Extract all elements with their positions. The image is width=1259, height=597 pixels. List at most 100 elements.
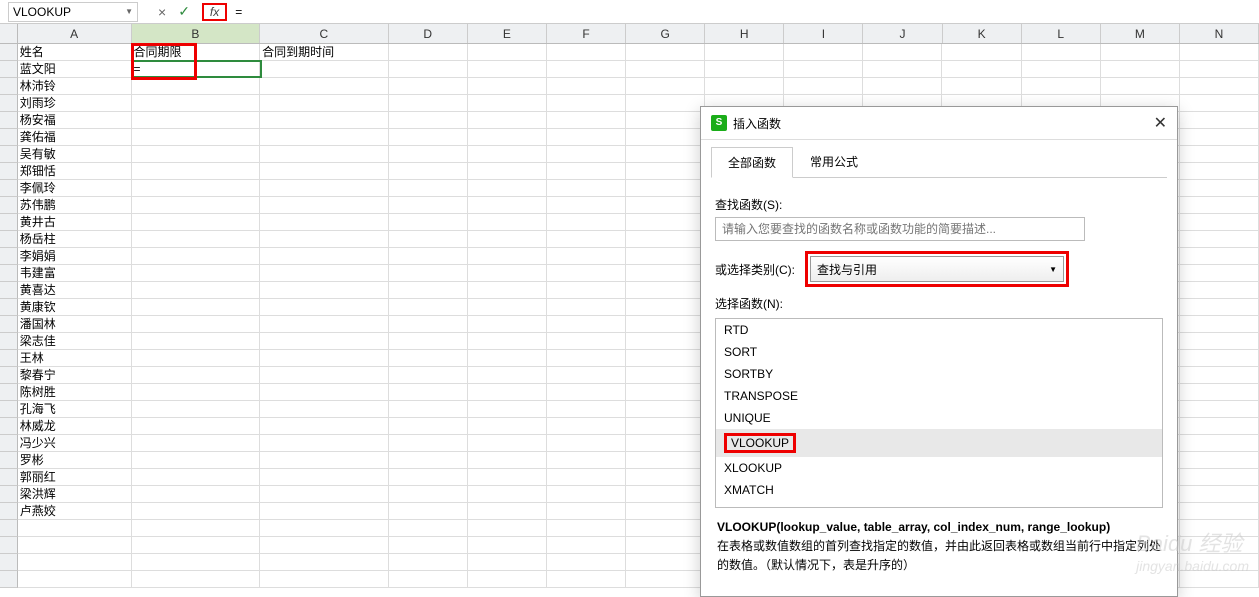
cell[interactable] [132,554,261,571]
cell[interactable]: = [132,61,261,78]
cell[interactable] [468,333,547,350]
cell[interactable] [626,44,705,61]
cell[interactable] [547,214,626,231]
cell[interactable] [468,367,547,384]
cell[interactable] [260,163,389,180]
cell[interactable]: 郭丽红 [18,469,132,486]
cell[interactable] [626,350,705,367]
tab-common-formulas[interactable]: 常用公式 [793,146,875,177]
cell[interactable] [626,333,705,350]
cell[interactable] [468,78,547,95]
cell[interactable] [132,537,261,554]
cell[interactable] [132,418,261,435]
cell[interactable] [260,180,389,197]
cell[interactable]: 合同期限 [132,44,261,61]
formula-input[interactable]: = [227,5,1259,19]
cell[interactable] [468,61,547,78]
cell[interactable] [1022,44,1101,61]
row-header[interactable] [0,129,18,146]
col-header-G[interactable]: G [626,24,705,43]
cell[interactable] [132,316,261,333]
cell[interactable] [468,231,547,248]
cell[interactable] [1180,367,1259,384]
cell[interactable] [547,520,626,537]
cell[interactable] [547,350,626,367]
cell[interactable] [260,452,389,469]
cell[interactable] [260,401,389,418]
cell[interactable] [626,435,705,452]
cell[interactable]: 黎春宁 [18,367,132,384]
cell[interactable] [132,129,261,146]
function-list[interactable]: RTD SORT SORTBY TRANSPOSE UNIQUE VLOOKUP… [715,318,1163,508]
cell[interactable] [547,537,626,554]
cell[interactable] [260,197,389,214]
row-header[interactable] [0,333,18,350]
cell[interactable] [132,333,261,350]
cell[interactable] [389,401,468,418]
cell[interactable] [1180,265,1259,282]
cell[interactable] [784,44,863,61]
cell[interactable] [18,537,132,554]
cell[interactable] [626,197,705,214]
cell[interactable] [626,248,705,265]
cell[interactable] [626,180,705,197]
cell[interactable] [389,537,468,554]
cell[interactable] [1180,316,1259,333]
cell[interactable] [626,452,705,469]
row-header[interactable] [0,537,18,554]
cell[interactable] [389,248,468,265]
cell[interactable] [863,44,942,61]
cell[interactable] [547,469,626,486]
cell[interactable] [547,112,626,129]
cell[interactable] [1180,401,1259,418]
row-header[interactable] [0,214,18,231]
cell[interactable] [626,486,705,503]
row-header[interactable] [0,265,18,282]
function-item[interactable]: SORTBY [716,363,1162,385]
cell[interactable] [260,469,389,486]
cell[interactable] [468,180,547,197]
search-input[interactable] [715,217,1085,241]
cell[interactable] [863,61,942,78]
cell[interactable] [1180,350,1259,367]
cell[interactable] [260,282,389,299]
cell[interactable] [389,486,468,503]
cell[interactable] [547,486,626,503]
cell[interactable] [468,248,547,265]
cell[interactable] [389,554,468,571]
row-header[interactable] [0,452,18,469]
cell[interactable]: 龚佑福 [18,129,132,146]
cell[interactable] [468,112,547,129]
cell[interactable] [626,214,705,231]
row-header[interactable] [0,384,18,401]
row-header[interactable] [0,503,18,520]
cell[interactable] [1180,469,1259,486]
cell[interactable] [547,44,626,61]
cell[interactable] [1180,299,1259,316]
col-header-B[interactable]: B [132,24,261,43]
cell[interactable] [626,571,705,588]
fx-button[interactable]: fx [202,3,227,21]
cell[interactable] [1180,503,1259,520]
cell[interactable] [389,333,468,350]
cell[interactable] [1180,486,1259,503]
cell[interactable] [260,95,389,112]
cell[interactable] [863,78,942,95]
cell[interactable] [626,503,705,520]
col-header-J[interactable]: J [863,24,942,43]
cell[interactable] [547,265,626,282]
row-header[interactable] [0,180,18,197]
cell[interactable]: 黄喜达 [18,282,132,299]
cell[interactable] [626,299,705,316]
row-header[interactable] [0,112,18,129]
cell[interactable] [547,61,626,78]
cell[interactable] [260,146,389,163]
cell[interactable] [468,401,547,418]
cell[interactable] [132,95,261,112]
cell[interactable] [260,265,389,282]
cell[interactable] [132,486,261,503]
cell[interactable] [468,452,547,469]
cell[interactable] [389,350,468,367]
cell[interactable] [468,571,547,588]
cell[interactable] [547,401,626,418]
